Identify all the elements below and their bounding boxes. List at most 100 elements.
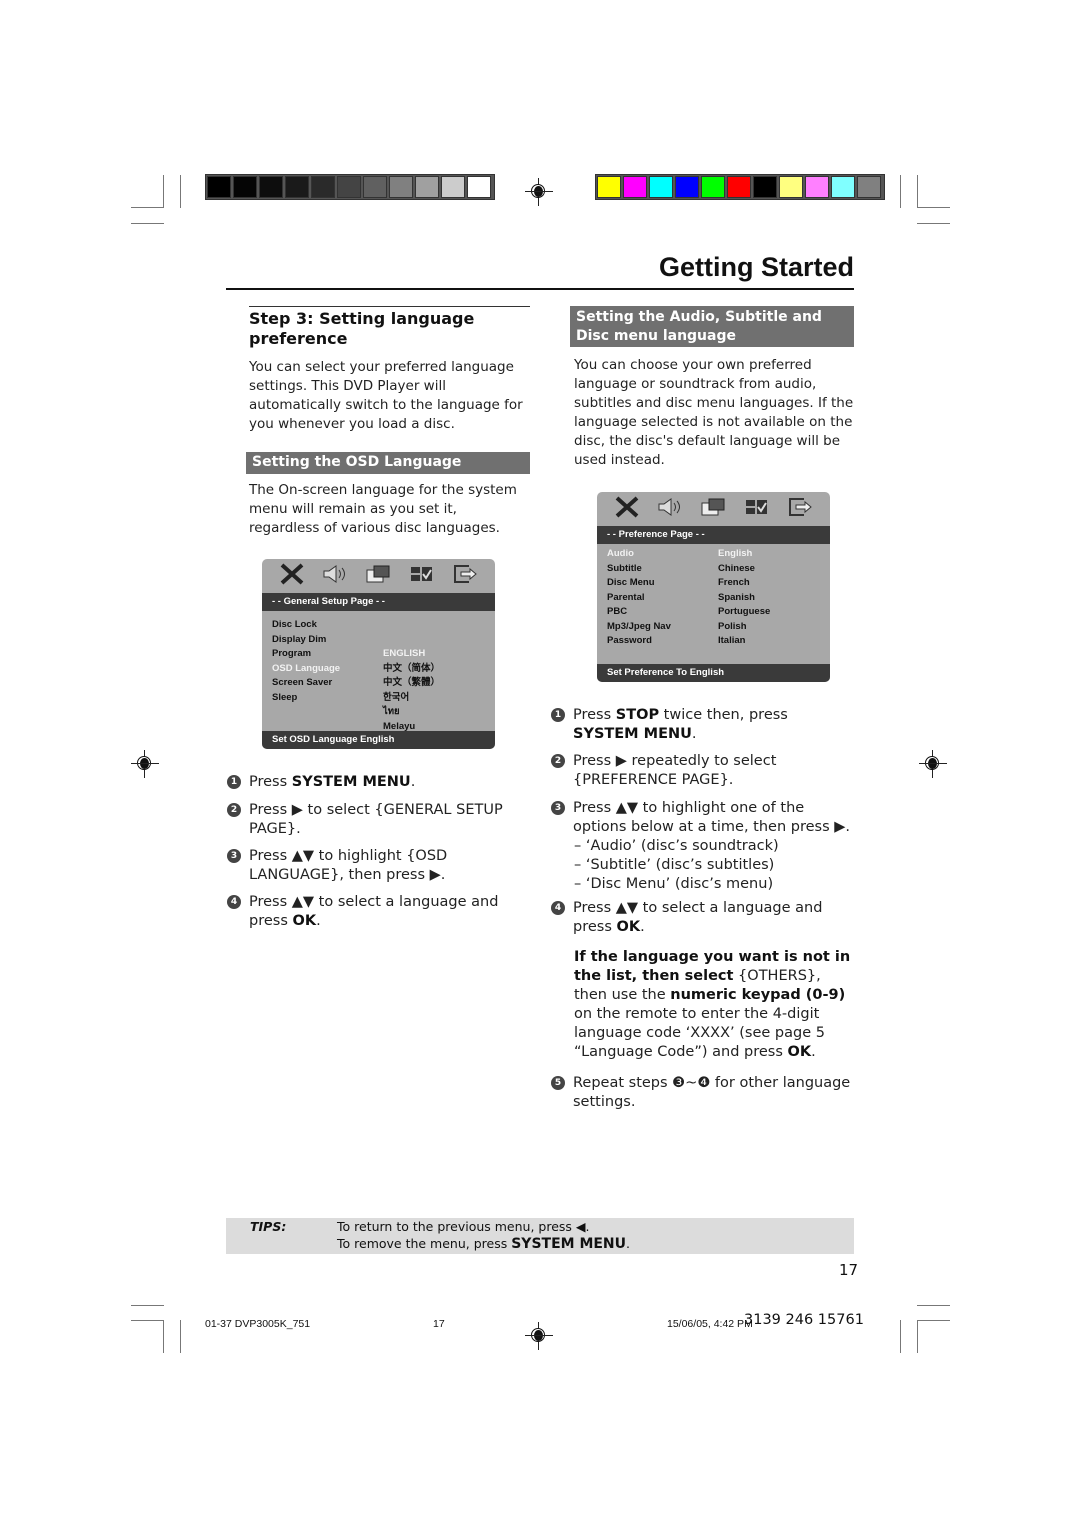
crop-mark (917, 207, 950, 208)
page-number: 17 (839, 1261, 859, 1279)
tips-label: TIPS: (250, 1219, 287, 1234)
step-heading: Step 3: Setting language preference (249, 309, 475, 348)
general-setup-menu: - - General Setup Page - - Disc Lock Disp… (262, 559, 495, 749)
menu-header: - - Preference Page - - (597, 526, 830, 544)
menu-option[interactable]: Polish (718, 620, 747, 635)
menu-option[interactable]: Italian (718, 634, 745, 649)
crop-mark (900, 175, 901, 208)
menu-footer: Set OSD Language English (262, 731, 495, 749)
note-ok: OK (787, 1044, 812, 1060)
menu-row: Program ENGLISH (272, 647, 485, 662)
title-rule (226, 288, 854, 290)
menu-option[interactable]: 한국어 (383, 691, 409, 706)
tips-text: To remove the menu, press (337, 1236, 512, 1251)
tools-icon[interactable] (278, 562, 306, 591)
step-number-icon: 3 (227, 849, 241, 863)
tools-icon[interactable] (613, 495, 641, 524)
video-icon[interactable] (699, 495, 727, 524)
menu-row: Display Dim (272, 633, 485, 648)
left-intro: You can select your preferred language s… (249, 359, 523, 432)
color-swatch (337, 176, 361, 198)
menu-footer: Set Preference To English (597, 664, 830, 682)
step-number-icon: 3 (551, 801, 565, 815)
color-swatch (259, 176, 283, 198)
step-number-icon: 4 (227, 895, 241, 909)
menu-header: - - General Setup Page - - (262, 593, 495, 611)
right-intro: You can choose your own preferred langua… (574, 357, 854, 468)
menu-item[interactable]: Password (607, 634, 718, 649)
menu-row: Password Italian (607, 634, 820, 649)
step-text: Press STOP twice then, press SYSTEM MENU… (573, 707, 788, 742)
tips-system-menu: SYSTEM MENU (511, 1236, 627, 1252)
crop-mark (180, 175, 181, 208)
exit-icon[interactable] (451, 562, 479, 591)
menu-row: Subtitle Chinese (607, 562, 820, 577)
speaker-icon[interactable] (321, 562, 349, 591)
color-swatch (675, 176, 699, 198)
color-swatch (467, 176, 491, 198)
menu-option[interactable]: Spanish (718, 591, 755, 606)
color-swatch (415, 176, 439, 198)
menu-option[interactable]: Chinese (718, 562, 755, 577)
menu-item[interactable]: Parental (607, 591, 718, 606)
step-text: Press ▲▼ to highlight {OSD LANGUAGE}, th… (249, 848, 448, 883)
menu-option[interactable]: French (718, 576, 750, 591)
menu-item[interactable]: Subtitle (607, 562, 718, 577)
osd-section-text: The On-screen language for the system me… (249, 482, 517, 536)
color-swatch (727, 176, 751, 198)
menu-row: Parental Spanish (607, 591, 820, 606)
option-subtitle: – ‘Subtitle’ (disc’s subtitles) (574, 857, 775, 873)
crop-mark (131, 207, 164, 208)
menu-item[interactable]: Audio (607, 547, 718, 562)
tips-line-2: To remove the menu, press SYSTEM MENU. (337, 1235, 630, 1253)
preference-icon[interactable] (408, 562, 436, 591)
color-swatch (831, 176, 855, 198)
preference-icon[interactable] (743, 495, 771, 524)
footer-code: 3139 246 15761 (744, 1312, 864, 1328)
menu-row: OSD Language 中文（简体） (272, 662, 485, 677)
step-text: Press ▲▼ to select a language and press … (573, 900, 823, 935)
menu-row: Disc Lock (272, 618, 485, 633)
menu-item[interactable]: OSD Language (272, 662, 383, 677)
menu-item[interactable]: Disc Menu (607, 576, 718, 591)
menu-row: Mp3/Jpeg Nav Polish (607, 620, 820, 635)
video-icon[interactable] (364, 562, 392, 591)
menu-item[interactable]: PBC (607, 605, 718, 620)
menu-row: Sleep 한국어 (272, 691, 485, 706)
menu-item[interactable]: Mp3/Jpeg Nav (607, 620, 718, 635)
menu-item[interactable]: Screen Saver (272, 676, 383, 691)
tips-box: TIPS: To return to the previous menu, pr… (226, 1218, 854, 1254)
registration-mark-icon (919, 750, 947, 778)
menu-item[interactable] (272, 705, 383, 720)
menu-item[interactable]: Display Dim (272, 633, 383, 648)
color-calibration-strip (595, 174, 885, 200)
menu-icon-bar (597, 492, 830, 526)
menu-row: PBC Portuguese (607, 605, 820, 620)
menu-option[interactable]: Portuguese (718, 605, 770, 620)
page-title: Getting Started (658, 252, 854, 282)
exit-icon[interactable] (786, 495, 814, 524)
menu-option[interactable]: ENGLISH (383, 647, 425, 662)
color-swatch (857, 176, 881, 198)
menu-row: ไทย (272, 705, 485, 720)
menu-rows: Audio English Subtitle Chinese Disc Menu Fren… (597, 544, 830, 667)
color-swatch (285, 176, 309, 198)
note-others: {OTHERS}, (733, 968, 821, 984)
crop-mark (131, 1305, 164, 1306)
menu-item[interactable]: Program (272, 647, 383, 662)
menu-item[interactable]: Disc Lock (272, 618, 383, 633)
color-swatch (805, 176, 829, 198)
menu-rows: Disc Lock Display Dim Program ENGLISH OSD La… (262, 611, 495, 738)
step-heading-rule (249, 306, 530, 307)
menu-option[interactable]: 中文（简体） (383, 662, 440, 677)
menu-option[interactable]: 中文（繁體） (383, 676, 440, 691)
menu-option[interactable]: ไทย (383, 705, 400, 720)
crop-mark (163, 175, 164, 208)
osd-language-section-bar: Setting the OSD Language (246, 452, 530, 474)
menu-option[interactable]: English (718, 547, 752, 562)
option-disc-menu: – ‘Disc Menu’ (disc’s menu) (574, 876, 774, 892)
step-text: Press SYSTEM MENU. (249, 774, 416, 790)
others-note: If the language you want is not in the l… (574, 948, 859, 1062)
speaker-icon[interactable] (656, 495, 684, 524)
menu-item[interactable]: Sleep (272, 691, 383, 706)
